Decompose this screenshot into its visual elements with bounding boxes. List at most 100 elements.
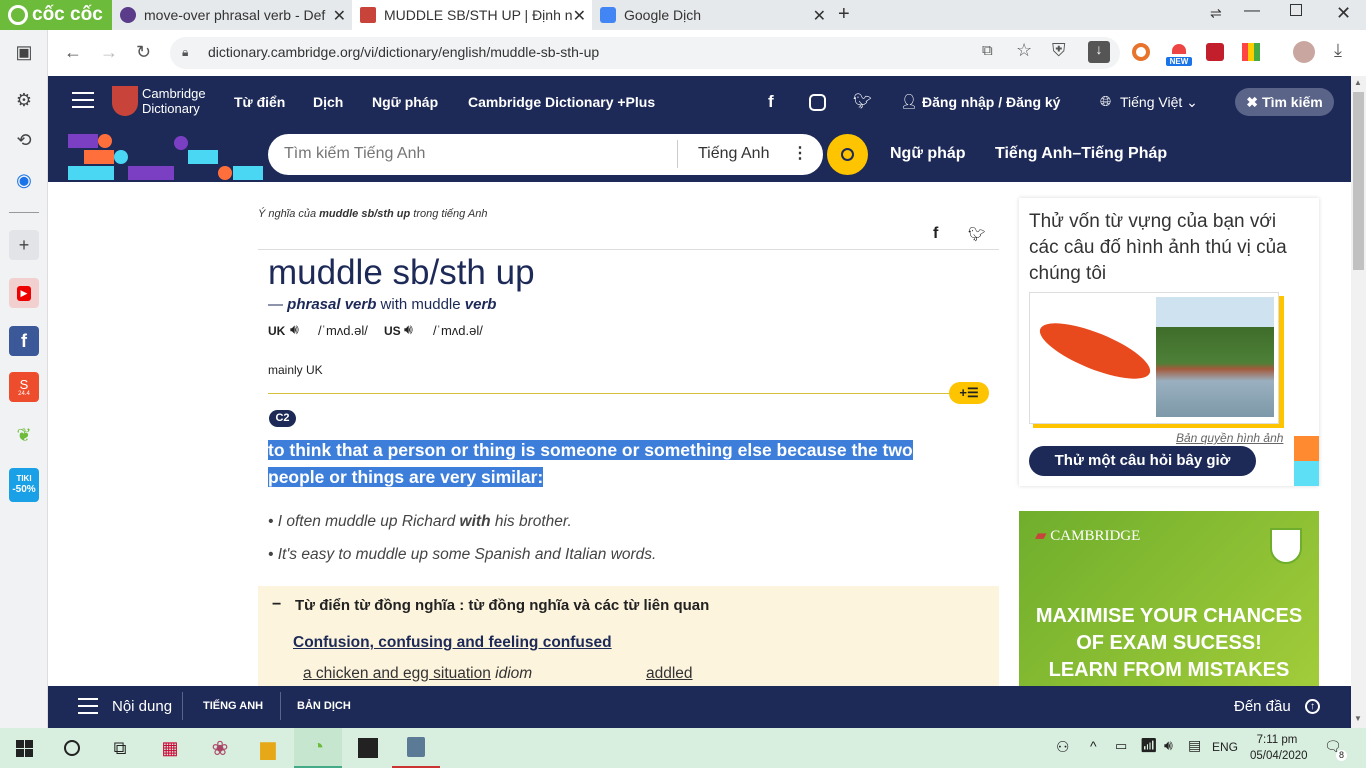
try-quiz-button[interactable]: Thử một câu hỏi bây giờ	[1029, 446, 1256, 476]
cambridge-crest-icon: ▰	[1035, 528, 1047, 544]
file-explorer-icon[interactable]: ▆	[244, 728, 292, 768]
login-link[interactable]: Đăng nhập / Đăng ký	[922, 94, 1060, 110]
contents-menu-icon[interactable]	[78, 698, 98, 714]
search-divider	[677, 140, 678, 168]
nav-dictionary[interactable]: Từ điển	[234, 94, 285, 110]
keyboard-icon[interactable]: ▤	[1188, 737, 1201, 754]
collapse-icon[interactable]: −	[272, 596, 281, 614]
clock[interactable]: 7:11 pm 05/04/2020	[1250, 732, 1308, 764]
search-button[interactable]	[827, 134, 868, 175]
uk-pronunciation: /ˈmʌd.əl/	[318, 323, 368, 338]
uk-audio-icon[interactable]: 🔊︎	[290, 321, 299, 338]
sub-nav-english-french[interactable]: Tiếng Anh–Tiếng Pháp	[995, 145, 1167, 163]
synonym-item-1[interactable]: a chicken and egg situation idiom	[303, 665, 532, 683]
example-1: • I often muddle up Richard with his bro…	[268, 513, 572, 530]
thesaurus-title[interactable]: Từ điển từ đồng nghĩa : từ đồng nghĩa và…	[295, 597, 709, 614]
extension-coccoc-icon[interactable]	[1132, 43, 1150, 61]
usage-label: mainly UK	[268, 363, 323, 377]
taskbar-app-2-icon[interactable]: ❀	[196, 728, 244, 768]
scroll-down-arrow[interactable]: ▼	[1354, 714, 1362, 723]
volume-icon[interactable]: 🔊︎	[1164, 737, 1173, 754]
tab-phrasal-verb[interactable]: move-over phrasal verb - Def ✕	[112, 0, 352, 30]
youtube-icon[interactable]: ▶	[9, 278, 39, 308]
task-view-icon[interactable]: ⧉	[96, 728, 144, 768]
facebook-icon[interactable]: f	[9, 326, 39, 356]
coccoc-logo[interactable]: cốc cốc	[0, 0, 112, 30]
back-icon[interactable]: ←	[64, 42, 82, 63]
tab-translation[interactable]: BẢN DỊCH	[297, 700, 351, 712]
arrow-up-icon: ↑	[1305, 699, 1320, 714]
scroll-up-arrow[interactable]: ▲	[1354, 78, 1362, 87]
extension-new-icon[interactable]: NEW	[1166, 42, 1192, 66]
extension-red-icon[interactable]	[1206, 43, 1224, 61]
sticky-notes-icon[interactable]	[344, 728, 392, 768]
translate-icon[interactable]: ⧉	[982, 42, 993, 59]
language-selector[interactable]: Tiếng Việt ⌄	[1120, 94, 1198, 111]
shopee-icon[interactable]: S 24.4	[9, 372, 39, 402]
coccoc-extension-icon[interactable]: ❦	[9, 420, 39, 450]
close-tab-icon[interactable]: ✕	[333, 6, 346, 26]
tab-muddle[interactable]: MUDDLE SB/STH UP | Định n ✕	[352, 0, 592, 30]
add-to-list-button[interactable]: +☰	[949, 382, 989, 404]
scrollbar-thumb[interactable]	[1353, 92, 1364, 270]
wifi-icon[interactable]: 📶︎	[1140, 737, 1158, 754]
start-button[interactable]	[0, 728, 48, 768]
taskbar-app-1-icon[interactable]: ▦	[146, 728, 194, 768]
extension-grid-icon[interactable]	[1242, 43, 1260, 61]
nav-plus[interactable]: Cambridge Dictionary +Plus	[468, 94, 655, 110]
share-twitter-icon[interactable]: 🐦︎	[968, 226, 986, 243]
taskbar-app-3-icon[interactable]	[392, 728, 440, 768]
new-tab-button[interactable]: +	[838, 3, 850, 26]
tray-expand-icon[interactable]: ^	[1090, 738, 1097, 754]
downloads-icon[interactable]: ⤓	[1334, 40, 1342, 61]
forward-icon[interactable]: →	[100, 42, 118, 63]
settings-icon[interactable]: ⚙	[9, 85, 39, 115]
add-shortcut-icon[interactable]: +	[9, 230, 39, 260]
cortana-search-icon[interactable]	[48, 728, 96, 768]
search-input[interactable]	[284, 141, 664, 167]
quiz-image-frame[interactable]	[1029, 292, 1279, 424]
minimize-button[interactable]: —	[1244, 2, 1260, 20]
search-language-select[interactable]: Tiếng Anh	[698, 145, 769, 163]
messenger-icon[interactable]: ◉	[9, 165, 39, 195]
tab-google-translate[interactable]: Google Dịch ✕	[592, 0, 832, 30]
url-text[interactable]: dictionary.cambridge.org/vi/dictionary/e…	[208, 44, 599, 60]
close-window-button[interactable]: ✕	[1336, 3, 1351, 24]
site-logo[interactable]: Cambridge Dictionary	[142, 86, 206, 116]
battery-icon[interactable]: ▭	[1115, 738, 1127, 754]
us-audio-icon[interactable]: 🔊︎	[404, 321, 413, 338]
download-page-icon[interactable]: ↓	[1088, 41, 1110, 63]
tiki-icon[interactable]: TIKI -50%	[9, 468, 39, 502]
coccoc-taskbar-icon[interactable]: ◔	[294, 728, 342, 768]
bookmark-star-icon[interactable]: ☆	[1016, 40, 1032, 61]
image-copyright-link[interactable]: Bản quyền hình ảnh	[1176, 431, 1283, 445]
contents-button[interactable]: Nội dung	[112, 698, 172, 715]
synonym-item-2[interactable]: addled	[646, 665, 693, 683]
twitter-icon[interactable]: 🐦︎	[853, 92, 872, 110]
instagram-icon[interactable]	[809, 94, 826, 111]
nav-translate[interactable]: Dịch	[313, 94, 343, 110]
tab-list-icon[interactable]: ⇌	[1210, 5, 1222, 22]
user-icon: 👤︎	[900, 93, 918, 109]
sidebar-panel-icon[interactable]: ▣	[9, 37, 39, 67]
share-facebook-icon[interactable]: f	[933, 225, 938, 243]
back-to-top-button[interactable]: Đến đầu	[1234, 698, 1291, 715]
sub-nav-grammar[interactable]: Ngữ pháp	[890, 145, 966, 163]
hamburger-menu-icon[interactable]	[72, 92, 94, 108]
search-toggle-button[interactable]: ✖ Tìm kiếm	[1235, 88, 1334, 116]
lock-icon[interactable]: 🔒︎	[182, 45, 188, 60]
nav-grammar[interactable]: Ngữ pháp	[372, 94, 438, 110]
close-tab-icon[interactable]: ✕	[573, 6, 586, 26]
input-language[interactable]: ENG	[1212, 740, 1238, 754]
more-options-icon[interactable]: ⋮	[792, 143, 808, 163]
history-icon[interactable]: ⟲	[9, 125, 39, 155]
tab-english[interactable]: TIẾNG ANH	[203, 700, 263, 712]
close-tab-icon[interactable]: ✕	[813, 6, 826, 26]
people-icon[interactable]: ⚇	[1056, 738, 1069, 756]
reload-icon[interactable]: ↻	[136, 42, 151, 63]
profile-avatar[interactable]	[1293, 41, 1315, 63]
shield-icon[interactable]: ⛨	[1052, 40, 1066, 61]
maximize-button[interactable]	[1290, 4, 1302, 16]
synonym-group-link[interactable]: Confusion, confusing and feeling confuse…	[293, 634, 612, 652]
facebook-icon[interactable]: f	[768, 92, 774, 112]
